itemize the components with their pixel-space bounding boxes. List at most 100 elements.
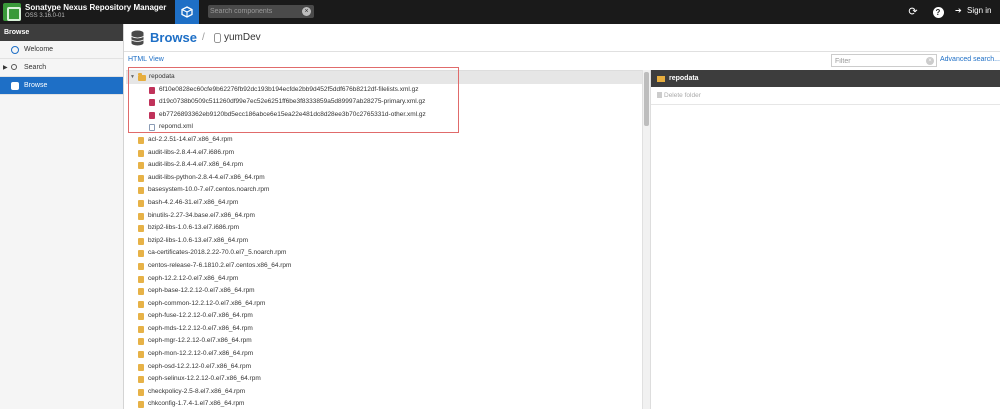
tree-node-file[interactable]: d19c0738b0509c511260df99e7ec52e6251ff6be… [126,96,642,109]
package-file-icon [138,250,144,258]
tree-node-label: audit-libs-python-2.8.4-4.el7.x86_64.rpm [148,173,265,181]
tree-node-label: ceph-base-12.2.12-0.el7.x86_64.rpm [148,287,255,295]
tree-node-package[interactable]: bzip2-libs-1.0.6-13.el7.x86_64.rpm [126,235,642,248]
tree-node-package[interactable]: ceph-fuse-12.2.12-0.el7.x86_64.rpm [126,310,642,323]
expand-caret-icon[interactable]: ▶ [3,59,8,77]
tree-node-package[interactable]: checkpolicy-2.5-8.el7.x86_64.rpm [126,386,642,399]
tree-node-package[interactable]: ceph-mgr-12.2.12-0.el7.x86_64.rpm [126,335,642,348]
tree-node-package[interactable]: acl-2.2.51-14.el7.x86_64.rpm [126,134,642,147]
tree-node-file[interactable]: 6f10e0828ec60cfe9b62276fb92dc193b194ecfd… [126,84,642,97]
tree-node-package[interactable]: ceph-base-12.2.12-0.el7.x86_64.rpm [126,285,642,298]
sidebar-item-welcome[interactable]: Welcome [0,41,123,59]
tree-node-package[interactable]: basesystem-10.0-7.el7.centos.noarch.rpm [126,184,642,197]
detail-title: repodata [669,75,699,82]
tree-node-package[interactable]: bash-4.2.46-31.el7.x86_64.rpm [126,197,642,210]
filter-field[interactable]: × [831,54,937,67]
tree-node-package[interactable]: centos-release-7-6.1810.2.el7.centos.x86… [126,260,642,273]
tree-node-repodata[interactable]: ▼ repodata [126,71,642,84]
tree-node-label: 6f10e0828ec60cfe9b62276fb92dc193b194ecfd… [159,85,419,93]
tree-node-label: bzip2-libs-1.0.6-13.el7.x86_64.rpm [148,236,249,244]
tree-node-package[interactable]: ceph-mon-12.2.12-0.el7.x86_64.rpm [126,348,642,361]
tree-node-package[interactable]: chkconfig-1.7.4-1.el7.x86_64.rpm [126,398,642,409]
xml-file-icon [149,124,155,132]
tree-node-label: chkconfig-1.7.4-1.el7.x86_64.rpm [148,400,245,408]
archive-file-icon [149,99,155,107]
tree-node-package[interactable]: bzip2-libs-1.0.6-13.el7.i686.rpm [126,222,642,235]
tree-node-label: binutils-2.27-34.base.el7.x86_64.rpm [148,211,255,219]
clear-search-icon[interactable]: × [302,7,311,16]
tree-node-file[interactable]: repomd.xml [126,121,642,134]
package-file-icon [138,174,144,182]
delete-folder-button[interactable]: Delete folder [657,92,701,99]
search-icon [11,64,17,70]
package-file-icon [138,338,144,346]
tree-node-label: ceph-12.2.12-0.el7.x86_64.rpm [148,274,239,282]
package-file-icon [138,237,144,245]
collapse-caret-icon[interactable]: ▼ [130,71,135,84]
database-icon [131,30,144,46]
tree-node-label: acl-2.2.51-14.el7.x86_64.rpm [148,135,233,143]
package-file-icon [138,187,144,195]
package-file-icon [138,288,144,296]
package-file-icon [138,401,144,409]
archive-file-icon [149,111,155,119]
tree-node-package[interactable]: ceph-osd-12.2.12-0.el7.x86_64.rpm [126,361,642,374]
help-icon[interactable]: ? [931,5,945,19]
component-search-input[interactable] [210,6,298,17]
tree-node-label: bzip2-libs-1.0.6-13.el7.i686.rpm [148,224,240,232]
package-file-icon [138,376,144,384]
breadcrumb-repository[interactable]: yumDev [224,32,261,43]
tree-node-package[interactable]: audit-libs-2.8.4-4.el7.i686.rpm [126,147,642,160]
browse-mode-button[interactable] [175,0,199,24]
tree-node-label: audit-libs-2.8.4-4.el7.x86_64.rpm [148,161,244,169]
package-file-icon [138,351,144,359]
filter-input[interactable] [835,56,923,66]
package-file-icon [138,363,144,371]
tree-node-package[interactable]: binutils-2.27-34.base.el7.x86_64.rpm [126,210,642,223]
repository-tree: ▼ repodata 6f10e0828ec60cfe9b62276fb92dc… [126,70,642,409]
tree-node-package[interactable]: audit-libs-2.8.4-4.el7.x86_64.rpm [126,159,642,172]
breadcrumb-separator: / [202,32,205,43]
page-title: Browse [150,30,197,45]
package-file-icon [138,388,144,396]
archive-file-icon [149,86,155,94]
tree-scrollbar[interactable] [642,70,650,409]
refresh-icon[interactable]: ⟳ [906,5,920,19]
folder-icon [657,76,665,82]
tree-node-label: eb7726893362eb9120bd5ecc186abce6e15ea22e… [159,110,426,118]
database-icon [214,33,221,43]
welcome-icon [11,46,19,54]
tree-node-label: repodata [149,73,175,80]
tree-node-package[interactable]: ceph-selinux-12.2.12-0.el7.x86_64.rpm [126,373,642,386]
tree-node-package[interactable]: ca-certificates-2018.2.22-70.0.el7_5.noa… [126,247,642,260]
scrollbar-thumb[interactable] [644,72,649,126]
nexus-logo-icon [3,3,21,21]
sign-in-icon: ➔ [955,6,962,15]
sidebar-section-title: Browse [0,24,123,41]
sign-in-label: Sign in [967,6,992,15]
tree-node-package[interactable]: ceph-12.2.12-0.el7.x86_64.rpm [126,273,642,286]
tree-node-label: d19c0738b0509c511260df99e7ec52e6251ff6be… [159,98,426,106]
tree-node-package[interactable]: audit-libs-python-2.8.4-4.el7.x86_64.rpm [126,172,642,185]
sidebar-item-browse[interactable]: Browse [0,77,123,95]
top-header: Sonatype Nexus Repository Manager OSS 3.… [0,0,1000,24]
tree-node-package[interactable]: ceph-mds-12.2.12-0.el7.x86_64.rpm [126,323,642,336]
tree-node-label: checkpolicy-2.5-8.el7.x86_64.rpm [148,387,246,395]
package-file-icon [138,313,144,321]
sidebar-item-search[interactable]: ▶ Search [0,59,123,77]
sign-in-button[interactable]: ➔ Sign in [955,6,991,15]
package-file-icon [138,149,144,157]
tree-node-label: bash-4.2.46-31.el7.x86_64.rpm [148,198,239,206]
html-view-link[interactable]: HTML View [128,56,164,63]
package-file-icon [138,275,144,283]
package-file-icon [138,162,144,170]
component-search[interactable]: × [208,5,314,18]
tree-node-label: ca-certificates-2018.2.22-70.0.el7_5.noa… [148,249,287,257]
tree-node-package[interactable]: ceph-common-12.2.12-0.el7.x86_64.rpm [126,298,642,311]
tree-node-file[interactable]: eb7726893362eb9120bd5ecc186abce6e15ea22e… [126,109,642,122]
clear-filter-icon[interactable]: × [926,57,934,65]
cube-icon [181,6,193,18]
app-title: Sonatype Nexus Repository Manager [25,3,167,12]
sidebar-item-label: Browse [24,82,48,89]
advanced-search-link[interactable]: Advanced search... [940,56,1000,63]
